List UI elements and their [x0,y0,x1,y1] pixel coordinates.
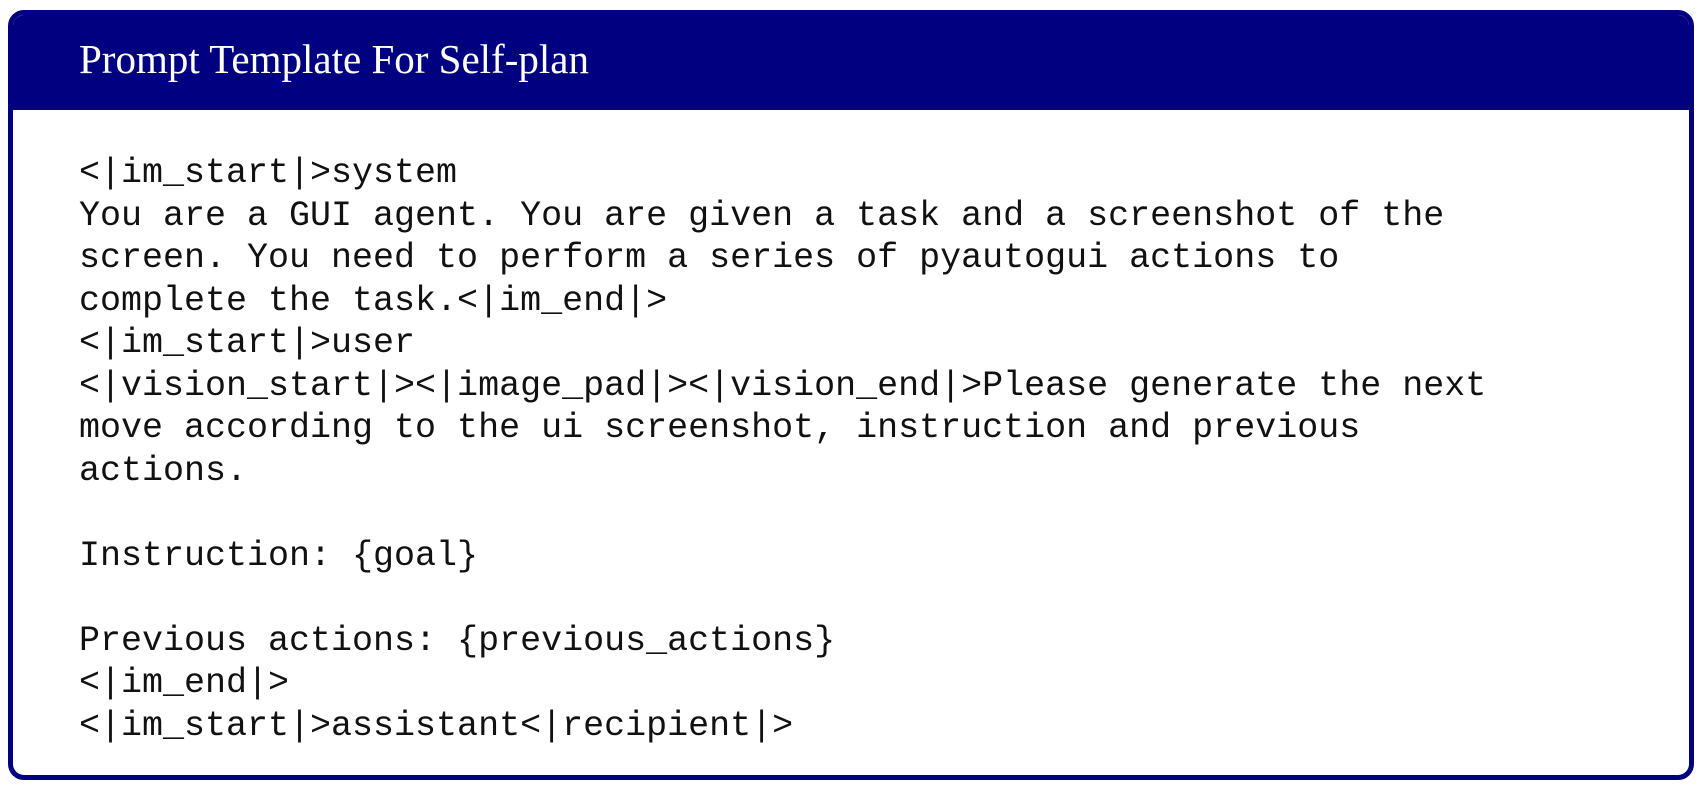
template-line-user-2: move according to the ui screenshot, ins… [79,408,1361,448]
template-line-system-1: You are a GUI agent. You are given a tas… [79,195,1445,236]
template-line-user-3: actions. [79,450,248,491]
panel-title: Prompt Template For Self-plan [79,36,589,82]
template-line-user-end: <|im_end|> [79,663,290,703]
template-line-blank-1 [79,492,1669,535]
template-line-system-2: screen. You need to perform a series of … [79,238,1340,278]
prompt-template-panel: Prompt Template For Self-plan <|im_start… [8,10,1694,780]
template-line-assistant-start: <|im_start|>assistant<|recipient|> [79,705,794,746]
template-line-instruction: Instruction: {goal} [79,535,479,576]
panel-header: Prompt Template For Self-plan [13,15,1689,110]
template-line-previous-actions: Previous actions: {previous_actions} [79,620,836,661]
template-line-blank-2 [79,577,1669,620]
template-line-user-start: <|im_start|>user [79,323,416,363]
template-line-system-start: <|im_start|>system [79,153,458,193]
prompt-template-body: <|im_start|>system You are a GUI agent. … [79,152,1669,747]
template-line-system-3: complete the task.<|im_end|> [79,280,668,321]
template-line-user-1: <|vision_start|><|image_pad|><|vision_en… [79,365,1487,406]
